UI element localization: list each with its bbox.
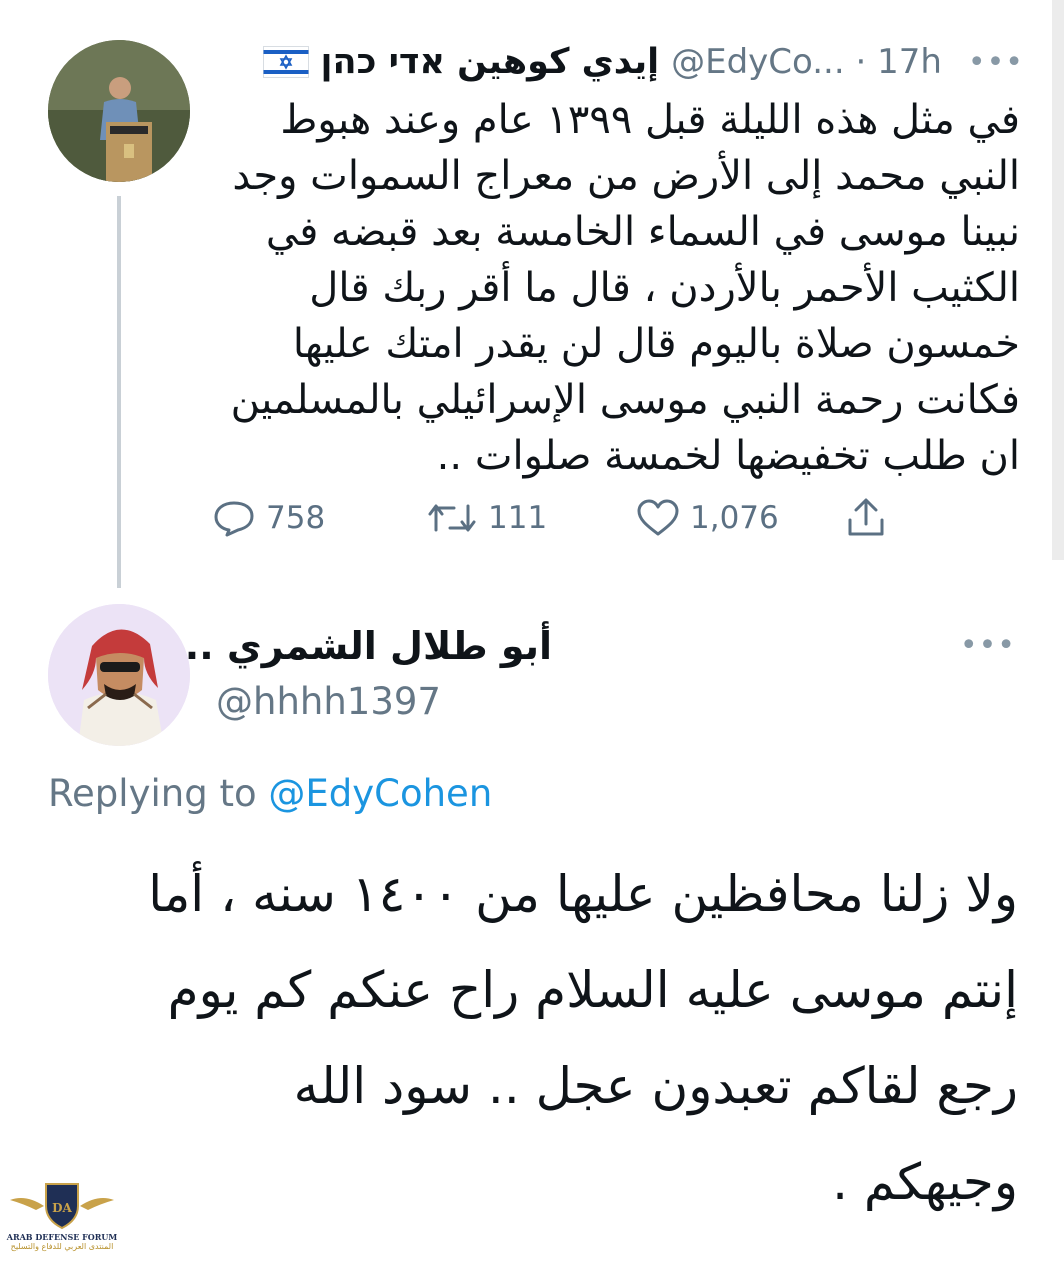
reply-count: 758 [266, 500, 326, 536]
more-options-icon[interactable]: ••• [960, 628, 1016, 663]
mention-link[interactable]: @EdyCohen [268, 772, 492, 815]
author-name[interactable]: أبو طلال الشمري .. [185, 624, 552, 668]
handle-and-time[interactable]: @EdyCo... · 17h [671, 42, 942, 82]
watermark-name: ARAB DEFENSE FORUM [6, 1232, 118, 1242]
replying-prefix: Replying to [48, 772, 257, 815]
like-button[interactable]: 1,076 [636, 494, 779, 542]
replying-to: Replying to @EdyCohen [48, 772, 492, 815]
more-options-icon[interactable]: ••• [968, 45, 1024, 80]
reply-button[interactable]: 758 [212, 494, 325, 542]
tweet-text: ولا زلنا محافظين عليها من ١٤٠٠ سنه ، أما… [148, 865, 1018, 1211]
avatar[interactable] [48, 40, 190, 182]
screenshot-edge [1052, 0, 1064, 560]
author-name[interactable]: إيدي كوهين אדי כהן [321, 42, 660, 82]
watermark-initials: DA [52, 1201, 72, 1215]
retweet-button[interactable]: 111 [426, 494, 547, 542]
avatar[interactable] [48, 604, 190, 746]
tweet-actions: 758 111 1,076 [212, 494, 912, 542]
author-handle[interactable]: @hhhh1397 [216, 680, 441, 723]
retweet-icon [426, 498, 478, 538]
tweet-text: في مثل هذه الليلة قبل ١٣٩٩ عام وعند هبوط… [230, 97, 1020, 479]
watermark-logo: DA ARAB DEFENSE FORUM المنتدى العربي للد… [6, 1180, 118, 1266]
share-button[interactable] [844, 494, 888, 542]
israel-flag-icon [262, 46, 309, 78]
tweet-header: إيدي كوهين אדי כהן @EdyCo... · 17h ••• [262, 38, 1024, 86]
like-icon [636, 498, 680, 538]
share-icon [844, 496, 888, 540]
watermark-name-arabic: المنتدى العربي للدفاع والتسليح [10, 1242, 114, 1251]
retweet-count: 111 [488, 500, 548, 536]
shield-icon: DA [10, 1183, 114, 1230]
like-count: 1,076 [690, 500, 779, 536]
thread-line [117, 196, 121, 588]
reply-icon [212, 498, 256, 538]
